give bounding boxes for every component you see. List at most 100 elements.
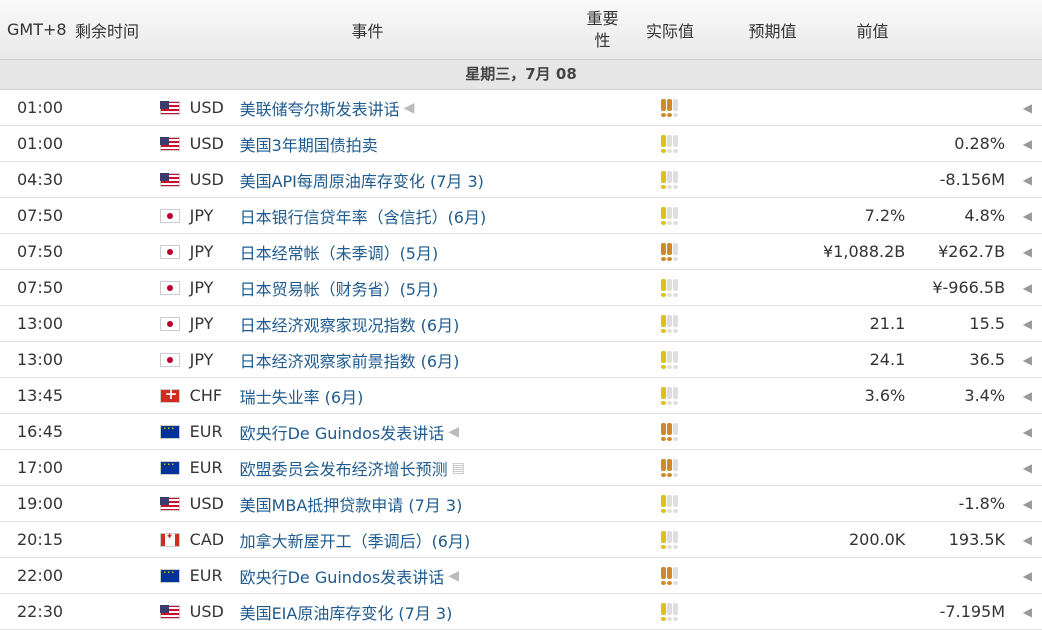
currency-flag-icon [159, 604, 190, 619]
previous-value: 36.5 [969, 350, 1006, 369]
importance-bar-icon [660, 423, 666, 441]
currency-flag-icon [159, 352, 190, 367]
currency-code: USD [189, 134, 224, 153]
table-row[interactable]: 13:00 JPY 日本经济观察家前景指数 (6月) 24.1 36.5 ◀ [0, 342, 1042, 378]
expand-arrow-icon[interactable]: ◀ [1005, 137, 1042, 151]
event-link[interactable]: 美国MBA抵押贷款申请 (7月 3) [240, 492, 659, 516]
event-title[interactable]: 美国MBA抵押贷款申请 (7月 3) [240, 492, 463, 516]
event-link[interactable]: 日本经济观察家前景指数 (6月) [240, 348, 659, 372]
expand-arrow-icon[interactable]: ◀ [1005, 353, 1042, 367]
table-row[interactable]: 07:50 JPY 日本银行信贷年率（含信托）(6月) 7.2% 4.8% ◀ [0, 198, 1042, 234]
event-link[interactable]: 日本贸易帐（财务省）(5月) [240, 276, 659, 300]
speech-icon: ◀ [403, 99, 415, 116]
header-timezone[interactable]: GMT+8 [0, 20, 75, 39]
expand-arrow-icon[interactable]: ◀ [1005, 605, 1042, 619]
event-time: 01:00 [17, 98, 64, 117]
event-title[interactable]: 瑞士失业率 (6月) [240, 384, 364, 408]
expand-arrow-icon[interactable]: ◀ [1005, 533, 1042, 547]
event-title[interactable]: 欧央行De Guindos发表讲话 [240, 564, 445, 588]
event-link[interactable]: 欧央行De Guindos发表讲话 ◀ [240, 420, 659, 444]
table-row[interactable]: 01:00 USD 美联储夸尔斯发表讲话 ◀ ◀ [0, 90, 1042, 126]
event-title[interactable]: 欧央行De Guindos发表讲话 [240, 420, 445, 444]
importance-indicator [659, 351, 701, 369]
event-title[interactable]: 日本经济观察家前景指数 (6月) [240, 348, 460, 372]
currency-flag-icon [159, 244, 190, 259]
importance-indicator [659, 315, 701, 333]
event-link[interactable]: 美国API每周原油库存变化 (7月 3) [240, 168, 659, 192]
table-row[interactable]: 13:00 JPY 日本经济观察家现况指数 (6月) 21.1 15.5 ◀ [0, 306, 1042, 342]
event-link[interactable]: 瑞士失业率 (6月) [240, 384, 659, 408]
event-link[interactable]: 日本银行信贷年率（含信托）(6月) [240, 204, 659, 228]
expand-arrow-icon[interactable]: ◀ [1005, 209, 1042, 223]
event-title[interactable]: 美联储夸尔斯发表讲话 [240, 96, 400, 120]
table-row[interactable]: 07:50 JPY 日本贸易帐（财务省）(5月) ¥-966.5B ◀ [0, 270, 1042, 306]
event-title[interactable]: 美国3年期国债拍卖 [240, 132, 378, 156]
importance-bar-icon [672, 315, 678, 333]
table-row[interactable]: 22:30 USD 美国EIA原油库存变化 (7月 3) -7.195M ◀ [0, 594, 1042, 630]
forecast-value: 200.0K [848, 530, 906, 549]
event-title[interactable]: 美国API每周原油库存变化 (7月 3) [240, 168, 484, 192]
expand-arrow-icon[interactable]: ◀ [1005, 245, 1042, 259]
event-time: 17:00 [17, 458, 64, 477]
event-time: 07:50 [17, 206, 64, 225]
expand-arrow-icon[interactable]: ◀ [1005, 389, 1042, 403]
previous-value: 0.28% [954, 134, 1006, 153]
importance-bar-icon [666, 531, 672, 549]
table-row[interactable]: 01:00 USD 美国3年期国债拍卖 0.28% ◀ [0, 126, 1042, 162]
expand-arrow-icon[interactable]: ◀ [1005, 173, 1042, 187]
expand-arrow-icon[interactable]: ◀ [1005, 101, 1042, 115]
importance-bar-icon [672, 207, 678, 225]
event-link[interactable]: 欧央行De Guindos发表讲话 ◀ [240, 564, 659, 588]
currency-code: USD [189, 494, 224, 513]
currency-flag-icon [159, 280, 190, 295]
expand-arrow-icon[interactable]: ◀ [1005, 281, 1042, 295]
header-forecast: 预期值 [748, 21, 797, 41]
event-time: 20:15 [17, 530, 64, 549]
event-title[interactable]: 日本经常帐（未季调）(5月) [240, 240, 439, 264]
table-row[interactable]: 07:50 JPY 日本经常帐（未季调）(5月) ¥1,088.2B ¥262.7B ◀ [0, 234, 1042, 270]
event-title[interactable]: 日本贸易帐（财务省）(5月) [240, 276, 439, 300]
forecast-value: 7.2% [864, 206, 906, 225]
table-row[interactable]: 13:45 CHF 瑞士失业率 (6月) 3.6% 3.4%◀ [0, 378, 1042, 414]
previous-value: 193.5K [948, 530, 1006, 549]
importance-bar-icon [660, 351, 666, 369]
event-link[interactable]: 美国EIA原油库存变化 (7月 3) [240, 600, 659, 624]
event-link[interactable]: 加拿大新屋开工（季调后）(6月) [240, 528, 659, 552]
event-link[interactable]: 美国3年期国债拍卖 [240, 132, 659, 156]
importance-bar-icon [666, 459, 672, 477]
header-importance: 重要性 [586, 8, 619, 50]
importance-bar-icon [660, 315, 666, 333]
importance-indicator [659, 387, 701, 405]
economic-calendar: GMT+8 剩余时间 事件 重要性 实际值 预期值 前值 星期三，7月 08 0… [0, 0, 1042, 630]
event-link[interactable]: 日本经常帐（未季调）(5月) [240, 240, 659, 264]
importance-bar-icon [666, 315, 672, 333]
table-row[interactable]: 16:45EUR欧央行De Guindos发表讲话◀◀ [0, 414, 1042, 450]
importance-bar-icon [672, 423, 678, 441]
expand-arrow-icon[interactable]: ◀ [1005, 317, 1042, 331]
importance-bar-icon [672, 171, 678, 189]
previous-value: -7.195M [939, 602, 1006, 621]
event-link[interactable]: 美联储夸尔斯发表讲话 ◀ [240, 96, 659, 120]
expand-arrow-icon[interactable]: ◀ [1005, 425, 1042, 439]
importance-indicator [659, 567, 701, 585]
event-link[interactable]: 欧盟委员会发布经济增长预测 ▤ [240, 456, 659, 480]
event-title[interactable]: 欧盟委员会发布经济增长预测 [240, 456, 448, 480]
importance-bar-icon [672, 459, 678, 477]
expand-arrow-icon[interactable]: ◀ [1005, 461, 1042, 475]
table-row[interactable]: 19:00 USD 美国MBA抵押贷款申请 (7月 3) -1.8% ◀ [0, 486, 1042, 522]
event-link[interactable]: 日本经济观察家现况指数 (6月) [240, 312, 659, 336]
table-row[interactable]: 20:15 CAD 加拿大新屋开工（季调后）(6月) 200.0K 193.5K◀ [0, 522, 1042, 558]
expand-arrow-icon[interactable]: ◀ [1005, 569, 1042, 583]
table-row[interactable]: 22:00EUR欧央行De Guindos发表讲话◀◀ [0, 558, 1042, 594]
currency-code: JPY [189, 278, 214, 297]
event-title[interactable]: 日本银行信贷年率（含信托）(6月) [240, 204, 487, 228]
importance-indicator [659, 423, 701, 441]
table-row[interactable]: 04:30 USD 美国API每周原油库存变化 (7月 3) -8.156M ◀ [0, 162, 1042, 198]
expand-arrow-icon[interactable]: ◀ [1005, 497, 1042, 511]
event-title[interactable]: 美国EIA原油库存变化 (7月 3) [240, 600, 453, 624]
header-actual: 实际值 [645, 21, 694, 41]
event-title[interactable]: 加拿大新屋开工（季调后）(6月) [240, 528, 471, 552]
table-row[interactable]: 17:00 EUR 欧盟委员会发布经济增长预测▤ ◀ [0, 450, 1042, 486]
event-title[interactable]: 日本经济观察家现况指数 (6月) [240, 312, 460, 336]
importance-bar-icon [660, 171, 666, 189]
